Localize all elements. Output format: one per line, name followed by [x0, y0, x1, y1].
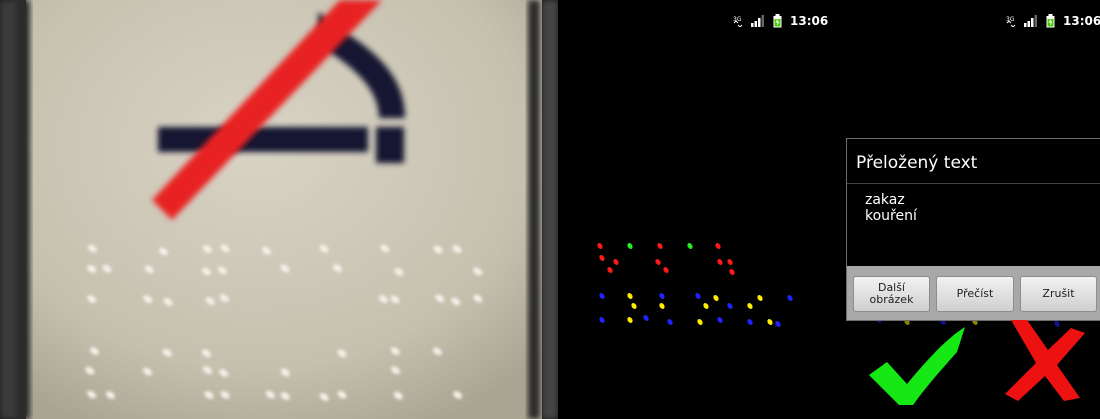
detected-dot [599, 317, 605, 323]
detected-dot [697, 319, 703, 325]
detected-dot [659, 293, 665, 299]
detected-dot [713, 295, 719, 301]
detected-dot [787, 295, 793, 301]
detected-dot [757, 295, 763, 301]
detected-dot [631, 303, 637, 309]
detected-dot [657, 243, 663, 249]
detected-dot [717, 259, 723, 265]
detected-dot [627, 293, 633, 299]
detected-dot [627, 243, 633, 249]
detected-dot [715, 243, 721, 249]
detected-dot [627, 317, 633, 323]
detected-dot [703, 303, 709, 309]
detected-dot [729, 269, 735, 275]
cross-icon[interactable] [1005, 320, 1085, 401]
detected-dot [727, 259, 733, 265]
detected-dot [643, 315, 649, 321]
detected-dot [687, 243, 693, 249]
detected-dot [599, 255, 605, 261]
detected-dot [775, 321, 781, 327]
detected-dot [659, 303, 665, 309]
detected-dot [607, 267, 613, 273]
checkmark-icon[interactable] [869, 327, 965, 405]
detected-dot [613, 259, 619, 265]
phone-screen-detection: 3G 13:06 [558, 0, 835, 419]
result-overlay [869, 320, 1085, 405]
detected-dot [767, 319, 773, 325]
detected-dot [597, 243, 603, 249]
detected-dot [747, 303, 753, 309]
detected-dot [695, 293, 701, 299]
camera-photo [0, 0, 558, 419]
detected-dot [727, 303, 733, 309]
detected-dot [655, 259, 661, 265]
no-smoking-sign-photo [0, 0, 558, 419]
detected-dots [597, 243, 793, 327]
detected-dot [667, 319, 673, 325]
detected-dot [663, 267, 669, 273]
phone-screen-result: 3G 13:06 Přeložený text zakaz kouření Da… [835, 0, 1100, 419]
detected-dot [747, 319, 753, 325]
detected-dot [717, 317, 723, 323]
detected-dot [599, 293, 605, 299]
